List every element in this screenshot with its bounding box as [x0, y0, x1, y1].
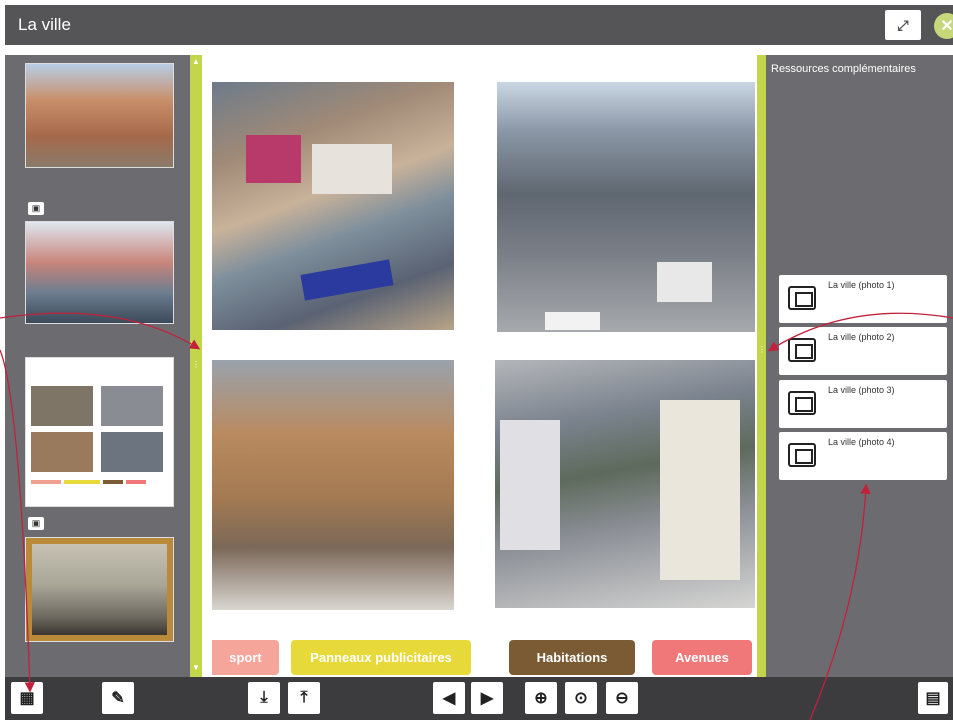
- photo-apartment-blocks[interactable]: [495, 360, 755, 608]
- previous-page-button[interactable]: ◀: [433, 682, 465, 714]
- truck: [657, 262, 712, 302]
- triangle-left-icon: ◀: [442, 690, 456, 707]
- grip-icon: ⋮: [192, 360, 200, 369]
- category-avenues-button[interactable]: Avenues: [652, 640, 752, 675]
- billboard: [312, 144, 392, 194]
- next-page-button[interactable]: ▶: [471, 682, 503, 714]
- preview-photo: [31, 432, 93, 472]
- gallery-badge-icon: ▣: [28, 517, 44, 530]
- pencil-cup-icon: ✎: [111, 690, 125, 707]
- gallery-icon: [788, 286, 816, 310]
- resource-label: La ville (photo 2): [828, 332, 895, 342]
- thumbnail-painting[interactable]: [25, 537, 174, 642]
- page-content: [202, 55, 757, 677]
- close-icon: ✕: [940, 18, 953, 35]
- gallery-icon: [788, 338, 816, 362]
- preview-photo: [101, 386, 163, 426]
- category-billboards-button[interactable]: Panneaux publicitaires: [291, 640, 471, 675]
- document-button[interactable]: ▤: [918, 682, 948, 714]
- gallery-badge-icon: ▣: [28, 202, 44, 215]
- photo-city-billboards[interactable]: [212, 82, 454, 330]
- preview-photo: [31, 386, 93, 426]
- fullscreen-button[interactable]: ⤢: [885, 10, 921, 40]
- resource-label: La ville (photo 4): [828, 437, 895, 447]
- tower-block: [660, 400, 740, 580]
- resource-label: La ville (photo 3): [828, 385, 895, 395]
- resources-panel: Ressources complémentaires La ville (pho…: [766, 55, 953, 677]
- van: [545, 312, 600, 330]
- fullscreen-icon: ⤢: [897, 16, 909, 33]
- grip-icon: ⋮: [758, 345, 766, 354]
- preview-tag: [64, 480, 100, 484]
- photo-market-square[interactable]: [212, 360, 454, 610]
- download-icon: ⤓: [260, 689, 268, 706]
- tower-block: [500, 420, 560, 550]
- close-button[interactable]: ✕: [934, 13, 953, 39]
- billboard: [246, 135, 301, 183]
- right-scrollbar[interactable]: ⋮: [757, 55, 766, 677]
- upload-icon: ⤒: [300, 689, 308, 706]
- thumbnail-harbor[interactable]: [25, 221, 174, 324]
- preview-tag: [103, 480, 123, 484]
- resource-item[interactable]: La ville (photo 2): [779, 327, 947, 375]
- grid-view-button[interactable]: ▦: [11, 682, 43, 714]
- document-icon: ▤: [925, 690, 941, 707]
- download-button[interactable]: ⤓: [248, 682, 280, 714]
- left-scrollbar[interactable]: ▲ ⋮ ▼: [190, 55, 202, 677]
- thumbnail-panel[interactable]: ▣ ⊕ ▣: [5, 55, 190, 677]
- painting-image: [32, 544, 167, 635]
- tools-button[interactable]: ✎: [102, 682, 134, 714]
- resource-item[interactable]: La ville (photo 3): [779, 380, 947, 428]
- zoom-in-icon: ⊕: [534, 690, 548, 707]
- category-sport-button[interactable]: sport: [212, 640, 279, 675]
- category-housing-button[interactable]: Habitations: [509, 640, 635, 675]
- preview-tag: [126, 480, 146, 484]
- upload-button[interactable]: ⤒: [288, 682, 320, 714]
- zoom-fit-button[interactable]: ⊙: [565, 682, 597, 714]
- thumbnail-page-preview[interactable]: [25, 357, 174, 507]
- zoom-out-button[interactable]: ⊖: [606, 682, 638, 714]
- title-bar: La ville ⤢ ✕: [5, 5, 953, 45]
- bottom-toolbar: ▦ ✎ ⤓ ⤒ ◀ ▶ ⊕ ⊙ ⊖ ▤: [5, 677, 953, 720]
- resource-item[interactable]: La ville (photo 1): [779, 275, 947, 323]
- thumbnail-street[interactable]: [25, 63, 174, 168]
- zoom-reset-icon: ⊙: [574, 690, 588, 707]
- gallery-icon: [788, 443, 816, 467]
- triangle-right-icon: ▶: [480, 690, 494, 707]
- grid-icon: ▦: [19, 690, 35, 707]
- gallery-icon: [788, 391, 816, 415]
- preview-photo: [101, 432, 163, 472]
- zoom-in-button[interactable]: ⊕: [525, 682, 557, 714]
- scroll-up-icon: ▲: [192, 57, 200, 66]
- photo-avenue-traffic[interactable]: [497, 82, 755, 332]
- tram: [300, 259, 394, 301]
- resource-label: La ville (photo 1): [828, 280, 895, 290]
- window-title: La ville: [18, 15, 71, 34]
- zoom-out-icon: ⊖: [615, 690, 629, 707]
- resource-item[interactable]: La ville (photo 4): [779, 432, 947, 480]
- scroll-down-icon: ▼: [192, 663, 200, 672]
- resources-title: Ressources complémentaires: [771, 63, 916, 75]
- preview-tag: [31, 480, 61, 484]
